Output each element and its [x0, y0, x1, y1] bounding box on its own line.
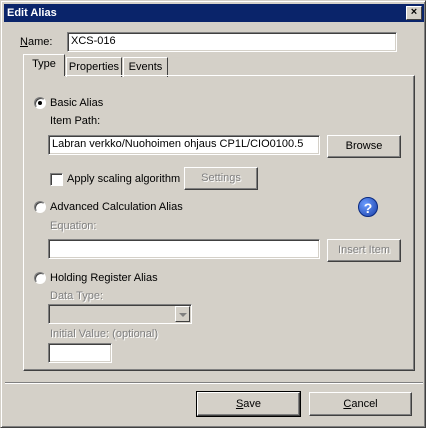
tab-type-label: Type: [32, 58, 56, 70]
initial-value-input[interactable]: [48, 343, 112, 363]
help-icon[interactable]: ?: [358, 197, 378, 217]
tab-events-label: Events: [128, 61, 163, 73]
item-path-value: Labran verkko/Nuohoimen ohjaus CP1L/CIO0…: [52, 138, 304, 150]
basic-alias-radio[interactable]: [34, 97, 46, 109]
equation-label: Equation:: [50, 220, 97, 232]
name-input-value: XCS-016: [71, 35, 116, 47]
settings-button-label: Settings: [201, 172, 241, 184]
tab-properties[interactable]: Properties: [66, 57, 122, 77]
equation-input[interactable]: [48, 239, 320, 259]
save-button[interactable]: Save: [196, 391, 301, 417]
cancel-button[interactable]: Cancel: [309, 392, 412, 416]
advanced-alias-radio[interactable]: [34, 201, 46, 213]
holding-register-radio[interactable]: [34, 272, 46, 284]
basic-alias-label: Basic Alias: [50, 97, 104, 109]
data-type-select[interactable]: [48, 304, 192, 324]
holding-register-label: Holding Register Alias: [50, 272, 158, 284]
insert-item-button-label: Insert Item: [338, 244, 390, 256]
apply-scaling-label: Apply scaling algorithm: [67, 173, 181, 185]
item-path-input[interactable]: Labran verkko/Nuohoimen ohjaus CP1L/CIO0…: [48, 135, 320, 155]
initial-value-label: Initial Value: (optional): [50, 328, 159, 340]
browse-button[interactable]: Browse: [327, 135, 401, 158]
tab-events[interactable]: Events: [123, 57, 168, 77]
name-label: Name:: [20, 36, 53, 48]
apply-scaling-checkbox[interactable]: [50, 173, 63, 186]
data-type-label: Data Type:: [50, 290, 103, 302]
window-title: Edit Alias: [7, 7, 57, 19]
browse-button-label: Browse: [345, 140, 383, 152]
item-path-label: Item Path:: [50, 115, 101, 127]
save-button-label: Save: [235, 398, 262, 410]
insert-item-button[interactable]: Insert Item: [327, 239, 401, 262]
advanced-alias-label: Advanced Calculation Alias: [50, 201, 183, 213]
close-icon[interactable]: ×: [406, 6, 422, 20]
title-bar: Edit Alias ×: [4, 4, 424, 22]
settings-button[interactable]: Settings: [184, 167, 258, 190]
name-input[interactable]: XCS-016: [67, 32, 397, 52]
chevron-down-icon[interactable]: [175, 306, 190, 322]
footer-divider: [5, 382, 423, 384]
cancel-button-label: Cancel: [343, 398, 378, 410]
tab-type[interactable]: Type: [23, 54, 65, 76]
tab-properties-label: Properties: [68, 61, 120, 73]
edit-alias-dialog: Edit Alias × Name: XCS-016 Type Properti…: [0, 0, 426, 428]
